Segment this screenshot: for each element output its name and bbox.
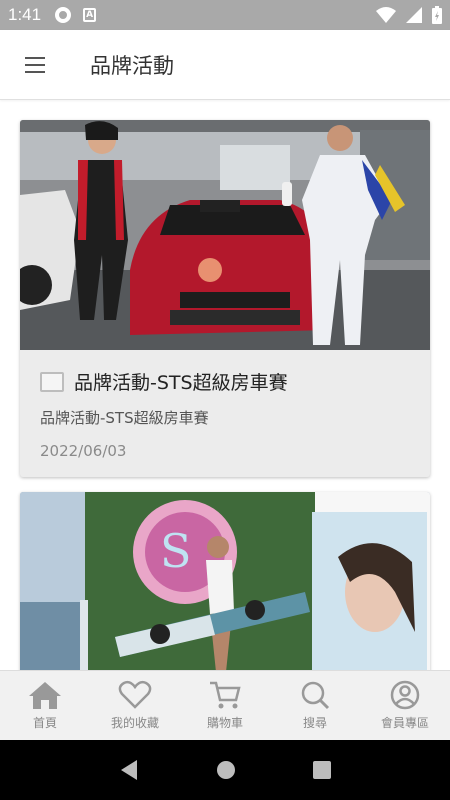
signal-icon	[406, 7, 422, 23]
bottom-navigation: 首頁 我的收藏 購物車 搜尋 會員專區	[0, 670, 450, 740]
nav-cart-label: 購物車	[206, 716, 243, 730]
svg-text:S: S	[160, 524, 192, 578]
cart-icon	[208, 680, 242, 710]
status-bar: 1:41 A	[0, 0, 450, 30]
recents-icon[interactable]	[313, 761, 332, 779]
nav-home-label: 首頁	[32, 716, 57, 730]
event-card-date: 2022/06/03	[40, 442, 127, 460]
image-placeholder-icon	[40, 371, 64, 392]
nav-favorites[interactable]: 我的收藏	[90, 671, 180, 740]
event-card[interactable]: 品牌活動-STS超級房車賽 品牌活動-STS超級房車賽 2022/06/03	[20, 120, 430, 477]
menu-icon[interactable]	[10, 40, 60, 90]
event-card[interactable]: S	[20, 492, 430, 670]
nav-favorites-label: 我的收藏	[110, 716, 159, 730]
home-button-icon[interactable]	[216, 760, 236, 780]
status-time: 1:41	[8, 5, 42, 24]
event-card-image	[20, 120, 430, 350]
account-icon	[388, 680, 422, 710]
battery-icon	[432, 6, 442, 24]
event-card-title: 品牌活動-STS超級房車賽	[74, 372, 288, 394]
content-list: 品牌活動-STS超級房車賽 品牌活動-STS超級房車賽 2022/06/03 S	[0, 100, 450, 670]
nav-search[interactable]: 搜尋	[270, 671, 360, 740]
search-icon	[298, 680, 332, 710]
settings-status-icon	[55, 7, 72, 23]
app-status-icon: A	[83, 8, 97, 22]
app-screen: 1:41 A 品牌活動 品牌活動-STS超級房車賽 品牌活動-STS超級房車賽 …	[0, 0, 450, 800]
event-card-image: S	[20, 492, 430, 670]
nav-account[interactable]: 會員專區	[360, 671, 450, 740]
system-navigation-bar	[0, 740, 450, 800]
app-bar: 品牌活動	[0, 30, 450, 100]
nav-account-label: 會員專區	[380, 716, 429, 730]
heart-icon	[118, 680, 152, 710]
event-card-subtitle: 品牌活動-STS超級房車賽	[40, 409, 209, 427]
page-title: 品牌活動	[90, 53, 174, 78]
nav-search-label: 搜尋	[302, 716, 327, 730]
nav-cart[interactable]: 購物車	[180, 671, 270, 740]
wifi-icon	[376, 7, 396, 23]
nav-home[interactable]: 首頁	[0, 671, 90, 740]
back-icon[interactable]	[119, 759, 139, 781]
home-icon	[28, 680, 62, 710]
